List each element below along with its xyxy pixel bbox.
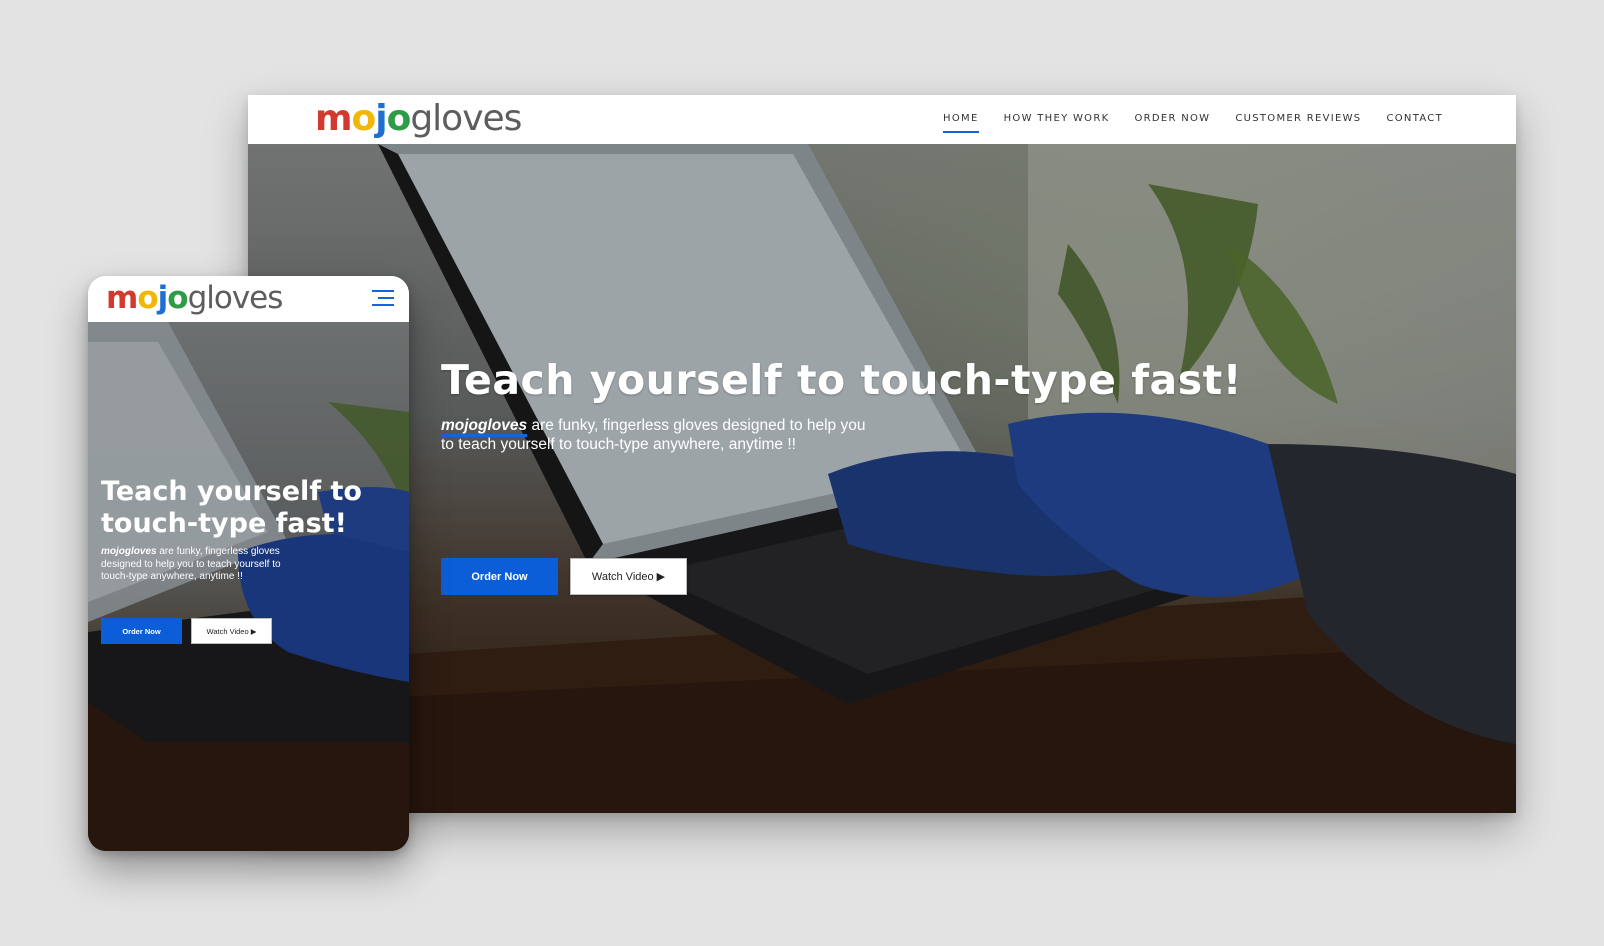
site-header: mojogloves HOME HOW THEY WORK ORDER NOW …: [248, 95, 1516, 144]
nav-item-home[interactable]: HOME: [943, 113, 979, 133]
logo-letter-o: o: [137, 280, 158, 316]
mobile-hero-title: Teach yourself to touch-type fast!: [101, 476, 362, 539]
hero-actions: Order Now Watch Video ▶: [441, 558, 687, 595]
mobile-watch-video-button[interactable]: Watch Video ▶: [191, 618, 272, 644]
hero-title: Teach yourself to touch-type fast!: [441, 356, 1242, 404]
mobile-hero-subtitle: mojogloves are funky, fingerless gloves …: [101, 546, 311, 584]
logo-word-gloves: gloves: [410, 98, 522, 139]
nav-item-how-they-work[interactable]: HOW THEY WORK: [1004, 113, 1110, 126]
logo-letter-j: j: [375, 98, 387, 139]
hero-overlay: [248, 144, 1516, 813]
logo-letter-o: o: [351, 98, 377, 139]
watch-video-button[interactable]: Watch Video ▶: [570, 558, 687, 595]
mobile-logo[interactable]: mojogloves: [106, 279, 284, 317]
mobile-order-now-button[interactable]: Order Now: [101, 618, 182, 644]
logo-letter-m: m: [106, 280, 138, 316]
hero-brand-link[interactable]: mojogloves: [441, 417, 528, 437]
mobile-mockup: mojogloves Teach yourself to touch-type …: [88, 276, 409, 851]
hero-subtitle: mojogloves are funky, fingerless gloves …: [441, 416, 881, 454]
hero-section: Teach yourself to touch-type fast! mojog…: [248, 144, 1516, 813]
mobile-hero-section: Teach yourself to touch-type fast! mojog…: [88, 322, 409, 851]
nav-item-customer-reviews[interactable]: CUSTOMER REVIEWS: [1235, 113, 1361, 126]
site-logo[interactable]: mojogloves: [315, 98, 522, 139]
hamburger-line: [378, 297, 394, 299]
hamburger-line: [372, 290, 394, 292]
logo-letter-j: j: [157, 280, 169, 316]
mobile-hero-actions: Order Now Watch Video ▶: [101, 618, 272, 644]
logo-word-gloves: gloves: [187, 280, 284, 316]
hamburger-icon[interactable]: [372, 290, 394, 308]
mobile-header: mojogloves: [88, 276, 409, 322]
desktop-mockup: mojogloves HOME HOW THEY WORK ORDER NOW …: [248, 95, 1516, 813]
nav-item-order-now[interactable]: ORDER NOW: [1134, 113, 1210, 126]
main-nav: HOME HOW THEY WORK ORDER NOW CUSTOMER RE…: [943, 95, 1443, 144]
nav-item-contact[interactable]: CONTACT: [1386, 113, 1443, 126]
logo-letter-o: o: [386, 98, 412, 139]
logo-letter-o: o: [167, 280, 188, 316]
mobile-hero-brand-link[interactable]: mojogloves: [101, 546, 157, 557]
hamburger-line: [372, 304, 394, 306]
mobile-hero-overlay: [88, 322, 409, 851]
order-now-button[interactable]: Order Now: [441, 558, 558, 595]
logo-letter-m: m: [315, 98, 353, 139]
